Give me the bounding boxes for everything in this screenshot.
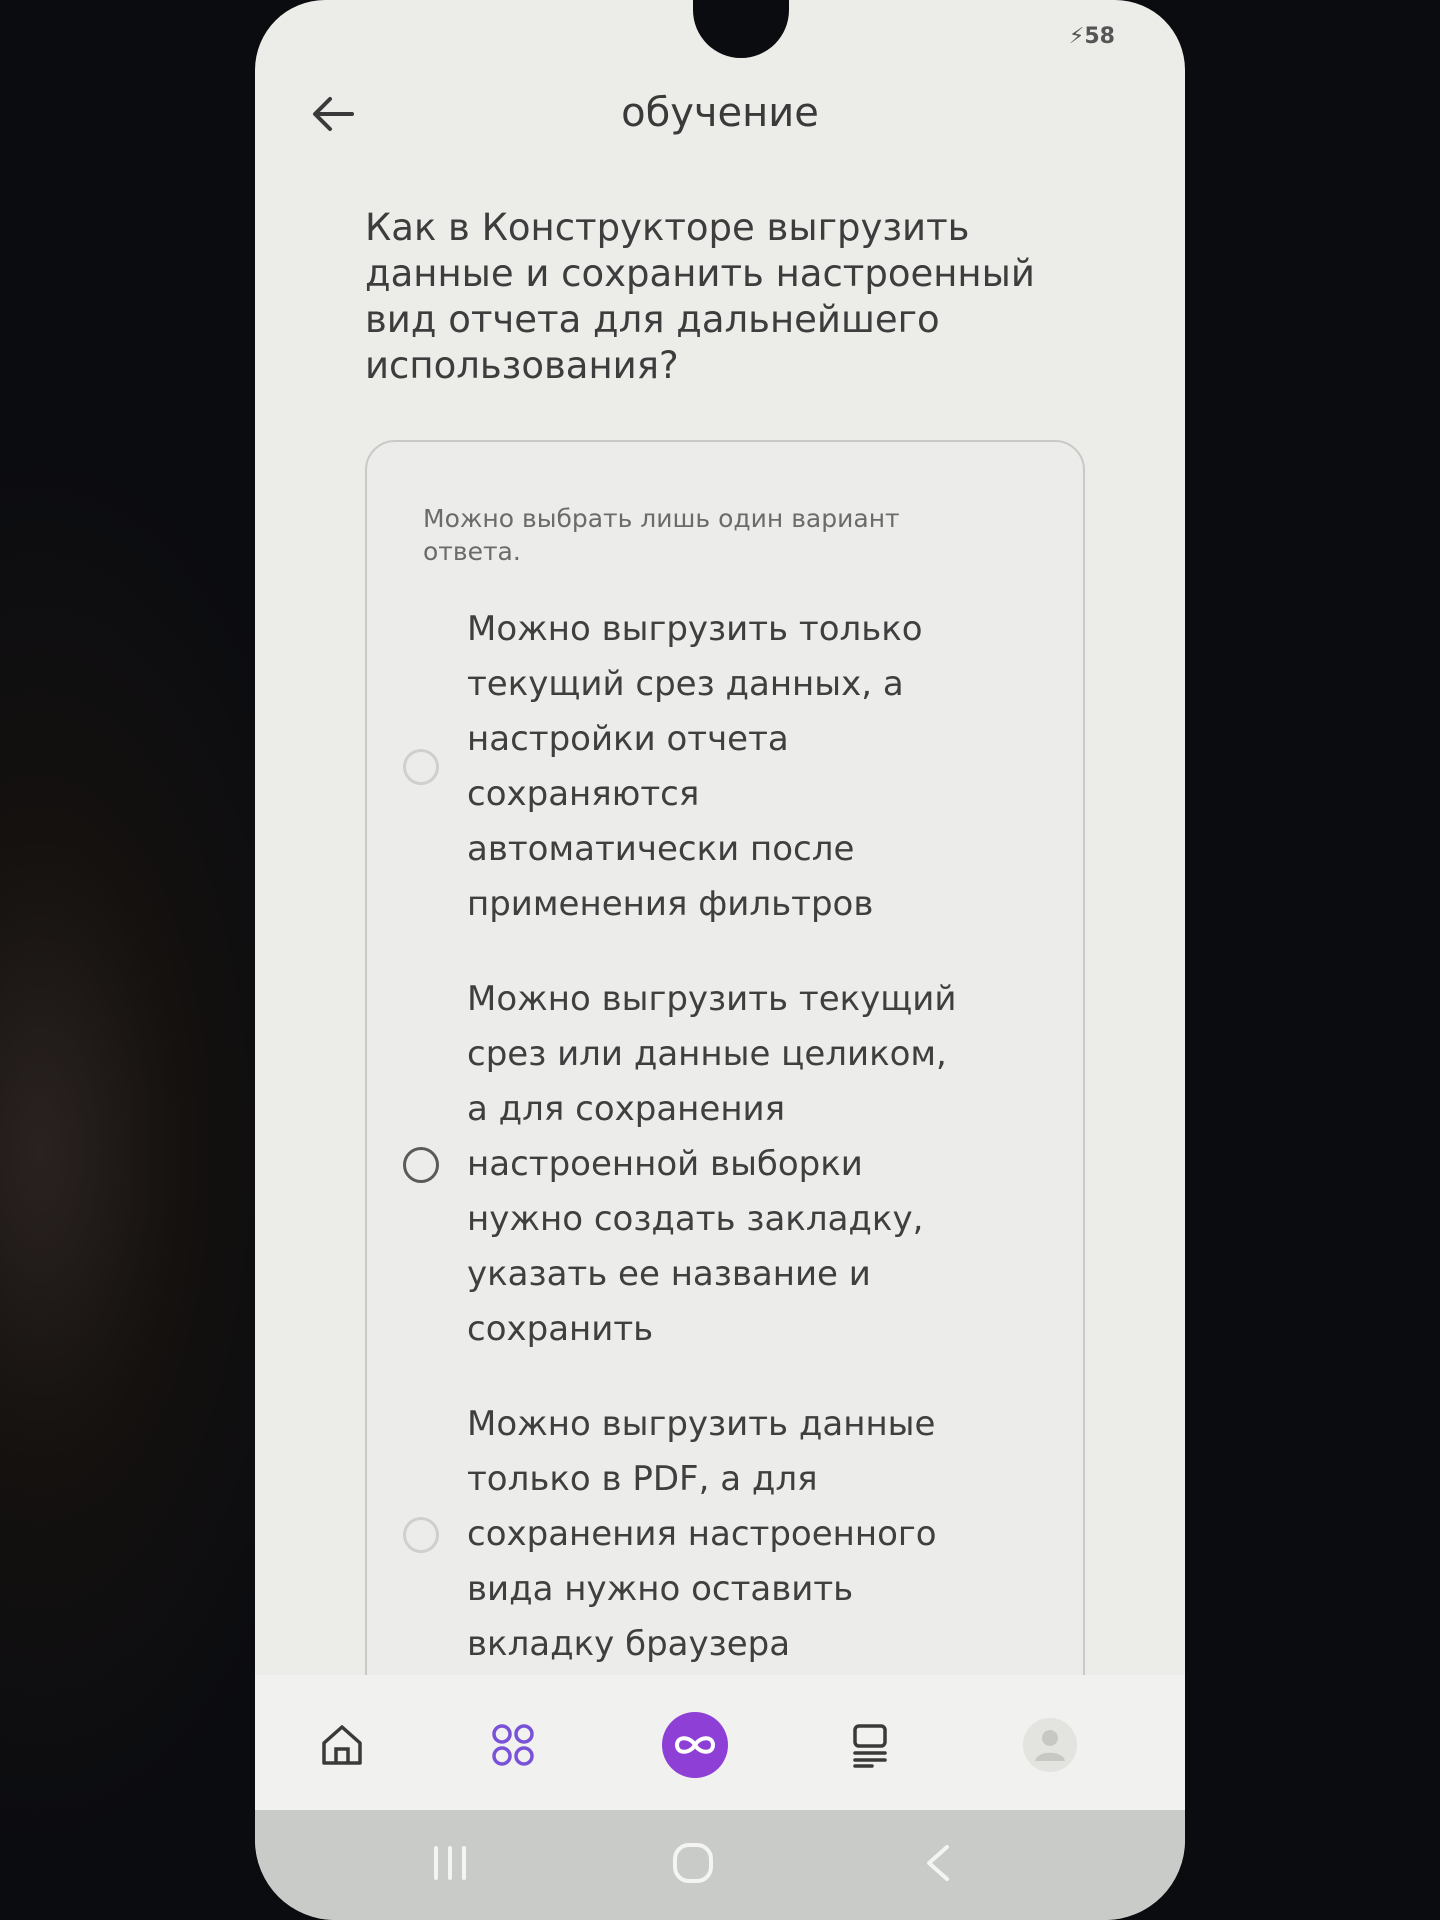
recent-apps-button[interactable] bbox=[410, 1828, 490, 1898]
home-circle-icon bbox=[673, 1843, 713, 1883]
grid-icon bbox=[492, 1724, 534, 1766]
answer-option-label: Можно выгрузить только текущий срез данн… bbox=[467, 609, 923, 924]
answer-option-2[interactable]: Можно выгрузить текущий срез или данные … bbox=[403, 972, 1053, 1357]
courses-icon bbox=[853, 1724, 887, 1768]
radio-button[interactable] bbox=[403, 1516, 439, 1553]
infinity-icon bbox=[674, 1736, 716, 1754]
battery-indicator: ⚡58 bbox=[1069, 24, 1115, 49]
answer-option-3[interactable]: Можно выгрузить данные только в PDF, а д… bbox=[403, 1397, 1053, 1672]
page-title: обучение bbox=[621, 90, 819, 136]
system-navigation-bar bbox=[255, 1810, 1185, 1920]
answer-card: Можно выбрать лишь один вариант ответа. … bbox=[365, 440, 1085, 1740]
system-home-button[interactable] bbox=[653, 1828, 733, 1898]
system-back-button[interactable] bbox=[898, 1828, 978, 1898]
charging-icon: ⚡ bbox=[1068, 24, 1085, 49]
nav-courses[interactable] bbox=[830, 1705, 910, 1785]
assistant-badge bbox=[662, 1712, 728, 1778]
radio-button[interactable] bbox=[403, 749, 439, 785]
profile-icon bbox=[1023, 1718, 1077, 1772]
nav-home[interactable] bbox=[302, 1705, 382, 1785]
nav-profile[interactable] bbox=[1010, 1705, 1090, 1785]
nav-assistant[interactable] bbox=[655, 1705, 735, 1785]
recents-icon bbox=[434, 1846, 466, 1880]
question-text: Как в Конструкторе выгрузить данные и со… bbox=[365, 206, 1035, 387]
answer-option-label: Можно выгрузить данные только в PDF, а д… bbox=[467, 1404, 937, 1664]
app-header: обучение bbox=[255, 80, 1185, 160]
radio-button[interactable] bbox=[403, 1146, 439, 1183]
answer-option-label: Можно выгрузить текущий срез или данные … bbox=[467, 979, 957, 1349]
back-chevron-icon bbox=[927, 1845, 949, 1881]
battery-level: 58 bbox=[1084, 24, 1115, 49]
camera-notch bbox=[693, 0, 789, 58]
home-icon bbox=[322, 1725, 362, 1765]
nav-catalog[interactable] bbox=[473, 1705, 553, 1785]
answer-option-1[interactable]: Можно выгрузить только текущий срез данн… bbox=[403, 602, 1053, 932]
bottom-navigation bbox=[255, 1675, 1185, 1810]
phone-screen: ⚡58 обучение Как в Конструкторе выгрузит… bbox=[255, 0, 1185, 1920]
answer-hint: Можно выбрать лишь один вариант ответа. bbox=[423, 504, 900, 566]
